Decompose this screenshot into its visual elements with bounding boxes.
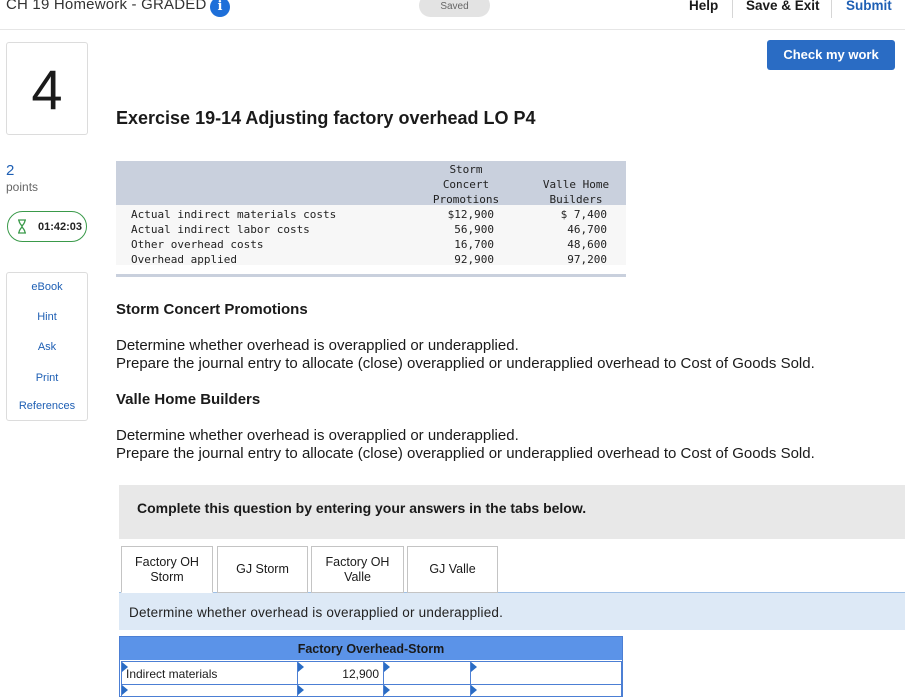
ledger-amount-value: 12,900 xyxy=(342,667,379,681)
row-label: Overhead applied xyxy=(131,253,237,266)
top-bar: CH 19 Homework - GRADED i Saved Help Sav… xyxy=(0,0,905,30)
hourglass-icon xyxy=(17,219,27,234)
instruction-line: Determine whether overhead is overapplie… xyxy=(116,427,519,445)
col-header-storm: Promotions xyxy=(416,193,516,206)
dropdown-marker-icon xyxy=(298,662,304,672)
instruction-line: Determine whether overhead is overapplie… xyxy=(116,337,519,355)
cell-valle: 48,600 xyxy=(526,238,607,251)
section-heading-valle: Valle Home Builders xyxy=(116,391,260,408)
ledger-credit-label-input[interactable] xyxy=(383,684,471,697)
tab-gj-valle[interactable]: GJ Valle xyxy=(407,546,498,593)
col-header-storm: Concert xyxy=(416,178,516,191)
resources-panel: eBook Hint Ask Print References xyxy=(6,272,88,421)
ledger-debit-label-input[interactable]: Indirect materials xyxy=(121,661,298,685)
tab-prompt-text: Determine whether overhead is overapplie… xyxy=(129,605,503,620)
row-label: Actual indirect materials costs xyxy=(131,208,336,221)
print-link[interactable]: Print xyxy=(7,372,87,384)
cell-storm: 16,700 xyxy=(416,238,494,251)
tab-label: Factory OH xyxy=(326,555,390,570)
ask-link[interactable]: Ask xyxy=(7,341,87,353)
submit-link[interactable]: Submit xyxy=(846,0,892,13)
complete-question-text: Complete this question by entering your … xyxy=(137,500,586,516)
instruction-line: Prepare the journal entry to allocate (c… xyxy=(116,445,815,463)
timer-value: 01:42:03 xyxy=(38,221,82,233)
info-icon[interactable]: i xyxy=(210,0,230,17)
section-heading-storm: Storm Concert Promotions xyxy=(116,301,308,318)
data-table: Storm Concert Promotions Valle Home Buil… xyxy=(116,161,626,277)
tab-gj-storm[interactable]: GJ Storm xyxy=(217,546,308,593)
dropdown-marker-icon xyxy=(471,662,477,672)
exercise-title: Exercise 19-14 Adjusting factory overhea… xyxy=(116,108,536,129)
tab-label: Factory OH xyxy=(135,555,199,570)
ledger-debit-amount-input[interactable]: 12,900 xyxy=(297,661,384,685)
help-link[interactable]: Help xyxy=(689,0,718,13)
ledger-debit-label-input[interactable] xyxy=(121,684,298,697)
dropdown-marker-icon xyxy=(298,685,304,695)
complete-question-banner: Complete this question by entering your … xyxy=(119,485,905,539)
check-my-work-button[interactable]: Check my work xyxy=(767,40,895,70)
col-header-storm: Storm xyxy=(416,163,516,176)
tab-factory-oh-storm[interactable]: Factory OHStorm xyxy=(121,546,213,593)
hint-link[interactable]: Hint xyxy=(7,311,87,323)
cell-storm: 92,900 xyxy=(416,253,494,266)
dropdown-marker-icon xyxy=(471,685,477,695)
ledger-debit-amount-input[interactable] xyxy=(297,684,384,697)
cell-valle: 97,200 xyxy=(526,253,607,266)
question-number: 4 xyxy=(6,42,88,135)
t-account-ledger: Factory Overhead-Storm Indirect material… xyxy=(119,636,623,697)
ledger-credit-amount-input[interactable] xyxy=(470,661,622,685)
dropdown-marker-icon xyxy=(122,685,128,695)
tab-label: Storm xyxy=(135,570,199,585)
ledger-credit-label-input[interactable] xyxy=(383,661,471,685)
tab-label: Valle xyxy=(326,570,390,585)
tab-label: GJ Valle xyxy=(429,562,475,577)
cell-valle: 46,700 xyxy=(526,223,607,236)
divider xyxy=(831,0,832,18)
points-label: points xyxy=(6,180,38,194)
table-bottom-rule xyxy=(116,266,626,277)
ledger-credit-amount-input[interactable] xyxy=(470,684,622,697)
references-link[interactable]: References xyxy=(7,400,87,412)
col-header-valle: Valle Home xyxy=(526,178,626,191)
cell-valle: $ 7,400 xyxy=(526,208,607,221)
col-header-valle: Builders xyxy=(526,193,626,206)
saved-status-badge: Saved xyxy=(419,0,490,17)
ledger-title: Factory Overhead-Storm xyxy=(120,637,622,660)
cell-storm: 56,900 xyxy=(416,223,494,236)
dropdown-marker-icon xyxy=(384,662,390,672)
timer-badge: 01:42:03 xyxy=(7,211,87,242)
tab-label: GJ Storm xyxy=(236,562,289,577)
ebook-link[interactable]: eBook xyxy=(7,281,87,293)
row-label: Other overhead costs xyxy=(131,238,263,251)
assignment-title: CH 19 Homework - GRADED xyxy=(6,0,206,13)
save-exit-link[interactable]: Save & Exit xyxy=(746,0,820,13)
row-label: Actual indirect labor costs xyxy=(131,223,310,236)
tab-prompt-bar: Determine whether overhead is overapplie… xyxy=(119,593,905,630)
cell-storm: $12,900 xyxy=(416,208,494,221)
dropdown-marker-icon xyxy=(384,685,390,695)
points-value: 2 xyxy=(6,162,14,179)
divider xyxy=(732,0,733,18)
tab-factory-oh-valle[interactable]: Factory OHValle xyxy=(311,546,404,593)
ledger-label-value: Indirect materials xyxy=(126,667,217,681)
instruction-line: Prepare the journal entry to allocate (c… xyxy=(116,355,815,373)
